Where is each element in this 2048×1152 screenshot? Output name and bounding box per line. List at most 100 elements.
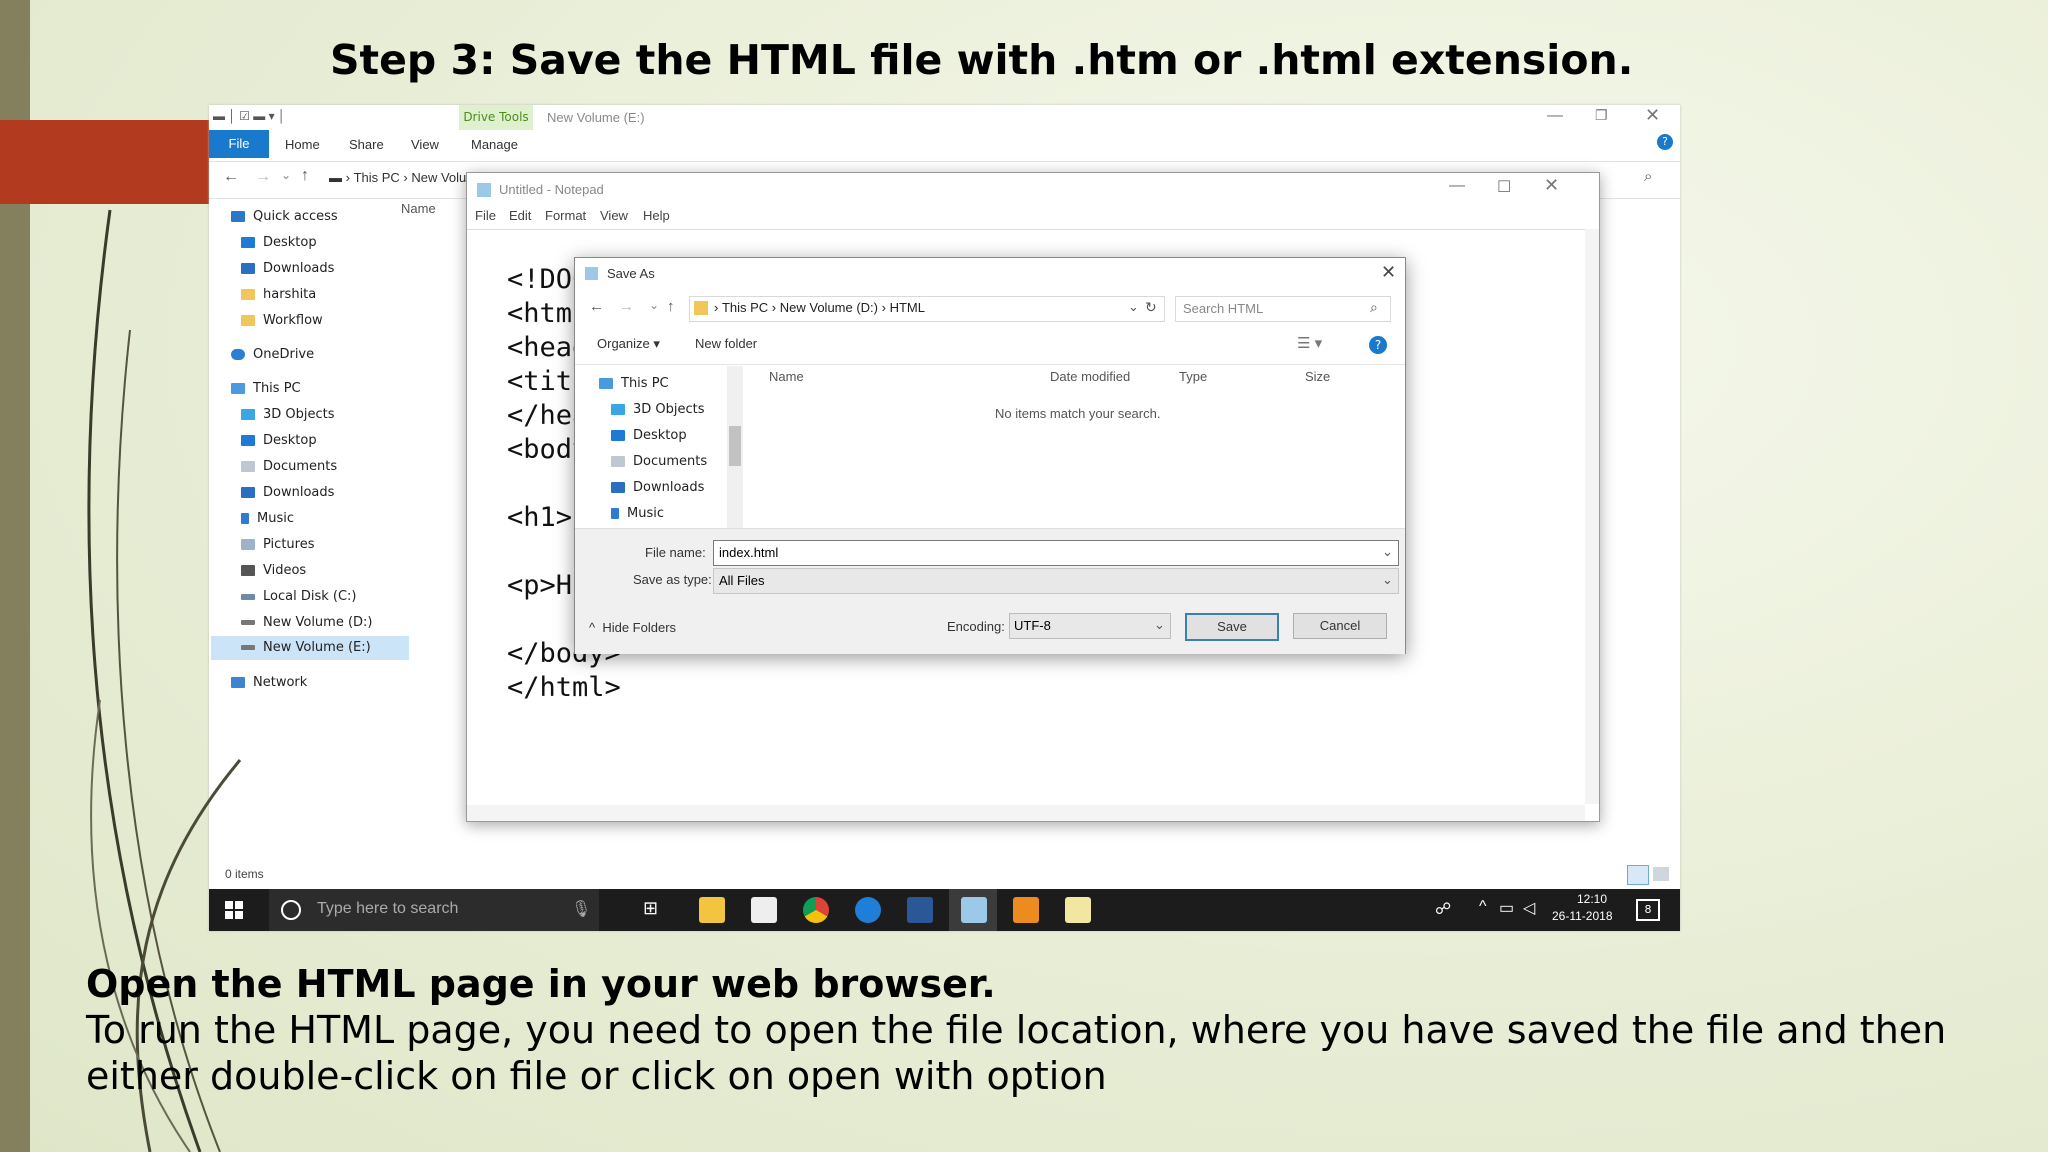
dialog-back-icon[interactable]: ← (589, 298, 604, 315)
breadcrumb-this-pc[interactable]: This PC (354, 170, 400, 185)
code-line: <h1> (507, 502, 573, 533)
cancel-button[interactable]: Cancel (1293, 613, 1387, 639)
sticky-notes-icon[interactable] (1065, 897, 1091, 923)
file-name-label: File name: (645, 545, 706, 560)
code-line: </html> (507, 672, 621, 703)
tree-downloads[interactable]: Downloads (611, 476, 704, 500)
tab-manage[interactable]: Manage (471, 133, 518, 157)
notepad-maximize-icon[interactable]: ☐ (1497, 177, 1511, 197)
notepad-menu-format[interactable]: Format (545, 208, 586, 223)
computer-icon (599, 378, 613, 389)
details-view-icon[interactable] (1627, 865, 1649, 885)
file-explorer-icon[interactable] (699, 897, 725, 923)
tree-3d-objects[interactable]: 3D Objects (611, 398, 705, 422)
tree-this-pc[interactable]: This PC (599, 372, 669, 396)
dialog-search-placeholder: Search HTML (1183, 301, 1264, 316)
search-icon[interactable]: ⌕ (1370, 299, 1378, 316)
dialog-close-icon[interactable]: ✕ (1381, 262, 1396, 283)
tree-music[interactable]: Music (611, 502, 664, 526)
section-heading: Open the HTML page in your web browser. (86, 962, 996, 1006)
address-dropdown-icon[interactable]: ⌄ (1128, 299, 1139, 315)
tab-drive-tools[interactable]: Drive Tools (459, 105, 533, 130)
save-as-dialog: Save As ✕ ← → ⌄ ↑ › This PC › New Volume… (574, 257, 1406, 654)
body-text-line-2: either double-click on file or click on … (86, 1054, 1107, 1098)
dialog-forward-icon[interactable]: → (619, 298, 634, 315)
path-new-volume-d[interactable]: New Volume (D:) (780, 300, 878, 315)
dialog-search-box[interactable]: Search HTML ⌕ (1175, 296, 1391, 322)
notepad-menu-help[interactable]: Help (643, 208, 670, 223)
dialog-up-icon[interactable]: ↑ (667, 298, 675, 315)
tree-documents[interactable]: Documents (611, 450, 707, 474)
folder-icon (694, 301, 708, 315)
dialog-recent-icon[interactable]: ⌄ (649, 298, 659, 312)
refresh-icon[interactable]: ↻ (1145, 299, 1157, 316)
network-tray-icon[interactable]: ▭ (1499, 898, 1514, 918)
save-type-label: Save as type: (633, 572, 712, 587)
tab-share[interactable]: Share (349, 133, 384, 157)
notepad-menu-edit[interactable]: Edit (509, 208, 531, 223)
notepad-icon[interactable] (961, 897, 987, 923)
chevron-down-icon[interactable]: ⌄ (1154, 617, 1165, 633)
slide-title: Step 3: Save the HTML file with .htm or … (330, 36, 1634, 84)
dialog-icon (585, 267, 598, 280)
notepad-menu-file[interactable]: File (475, 208, 496, 223)
save-type-select[interactable]: All Files ⌄ (713, 568, 1399, 594)
dialog-folder-tree: This PC 3D Objects Desktop Documents Dow… (585, 368, 745, 528)
tree-scrollbar[interactable] (727, 366, 743, 528)
notepad-icon (477, 183, 491, 197)
help-icon[interactable]: ? (1657, 134, 1673, 150)
notepad-vertical-scrollbar[interactable] (1585, 229, 1599, 804)
clock-time[interactable]: 12:10 (1577, 892, 1607, 906)
edge-icon[interactable] (855, 897, 881, 923)
encoding-select[interactable]: UTF-8 ⌄ (1009, 613, 1171, 639)
file-name-input[interactable]: index.html ⌄ (713, 540, 1399, 566)
download-icon (611, 482, 625, 493)
new-folder-button[interactable]: New folder (695, 336, 757, 351)
body-text-line-1: To run the HTML page, you need to open t… (86, 1008, 1947, 1052)
view-options-icon[interactable]: ☰ ▾ (1297, 334, 1322, 352)
column-name[interactable]: Name (769, 369, 804, 384)
clock-date[interactable]: 26-11-2018 (1552, 909, 1613, 923)
hide-folders-toggle[interactable]: ^ Hide Folders (589, 620, 676, 635)
close-icon[interactable]: ✕ (1645, 105, 1660, 126)
notepad-close-icon[interactable]: ✕ (1544, 175, 1559, 196)
help-icon[interactable]: ? (1369, 336, 1387, 354)
column-size[interactable]: Size (1305, 369, 1330, 384)
tree-desktop[interactable]: Desktop (611, 424, 687, 448)
divider (575, 364, 1405, 365)
column-type[interactable]: Type (1179, 369, 1207, 384)
tray-chevron-icon[interactable]: ^ (1479, 898, 1487, 916)
chevron-down-icon[interactable]: ⌄ (1382, 544, 1393, 560)
taskbar: Type here to search 🎙 ⊞ ☍ ^ ▭ ◁ 12:10 26… (209, 889, 1680, 931)
column-header-name[interactable]: Name (401, 201, 436, 216)
sublime-icon[interactable] (1013, 897, 1039, 923)
dialog-address-bar[interactable]: › This PC › New Volume (D:) › HTML ⌄ ↻ (689, 296, 1165, 322)
path-html[interactable]: HTML (890, 300, 925, 315)
chrome-icon[interactable] (803, 897, 829, 923)
notepad-menu-view[interactable]: View (600, 208, 628, 223)
word-icon[interactable] (907, 897, 933, 923)
task-view-icon[interactable]: ⊞ (643, 898, 658, 919)
restore-icon[interactable]: ❐ (1595, 107, 1608, 124)
window-title: New Volume (E:) (547, 110, 645, 125)
large-icons-view-icon[interactable] (1653, 867, 1669, 881)
document-icon (611, 456, 625, 467)
notepad-horizontal-scrollbar[interactable] (467, 805, 1585, 821)
volume-icon[interactable]: ◁ (1523, 898, 1535, 918)
tab-view[interactable]: View (411, 133, 439, 157)
microphone-icon[interactable]: 🎙 (571, 899, 591, 919)
dialog-breadcrumb[interactable]: › This PC › New Volume (D:) › HTML (714, 300, 925, 315)
save-button[interactable]: Save (1185, 613, 1279, 641)
path-this-pc[interactable]: This PC (722, 300, 768, 315)
empty-list-message: No items match your search. (995, 406, 1161, 421)
minimize-icon[interactable]: — (1547, 107, 1563, 125)
mail-icon[interactable] (751, 897, 777, 923)
notepad-minimize-icon[interactable]: — (1449, 177, 1465, 195)
column-date-modified[interactable]: Date modified (1050, 369, 1130, 384)
desktop-icon (611, 430, 625, 441)
notification-icon[interactable]: 8 (1636, 899, 1660, 921)
people-icon[interactable]: ☍ (1435, 899, 1451, 919)
search-icon[interactable]: ⌕ (1644, 168, 1652, 185)
chevron-down-icon[interactable]: ⌄ (1382, 572, 1393, 588)
organize-menu[interactable]: Organize ▾ (597, 336, 660, 352)
